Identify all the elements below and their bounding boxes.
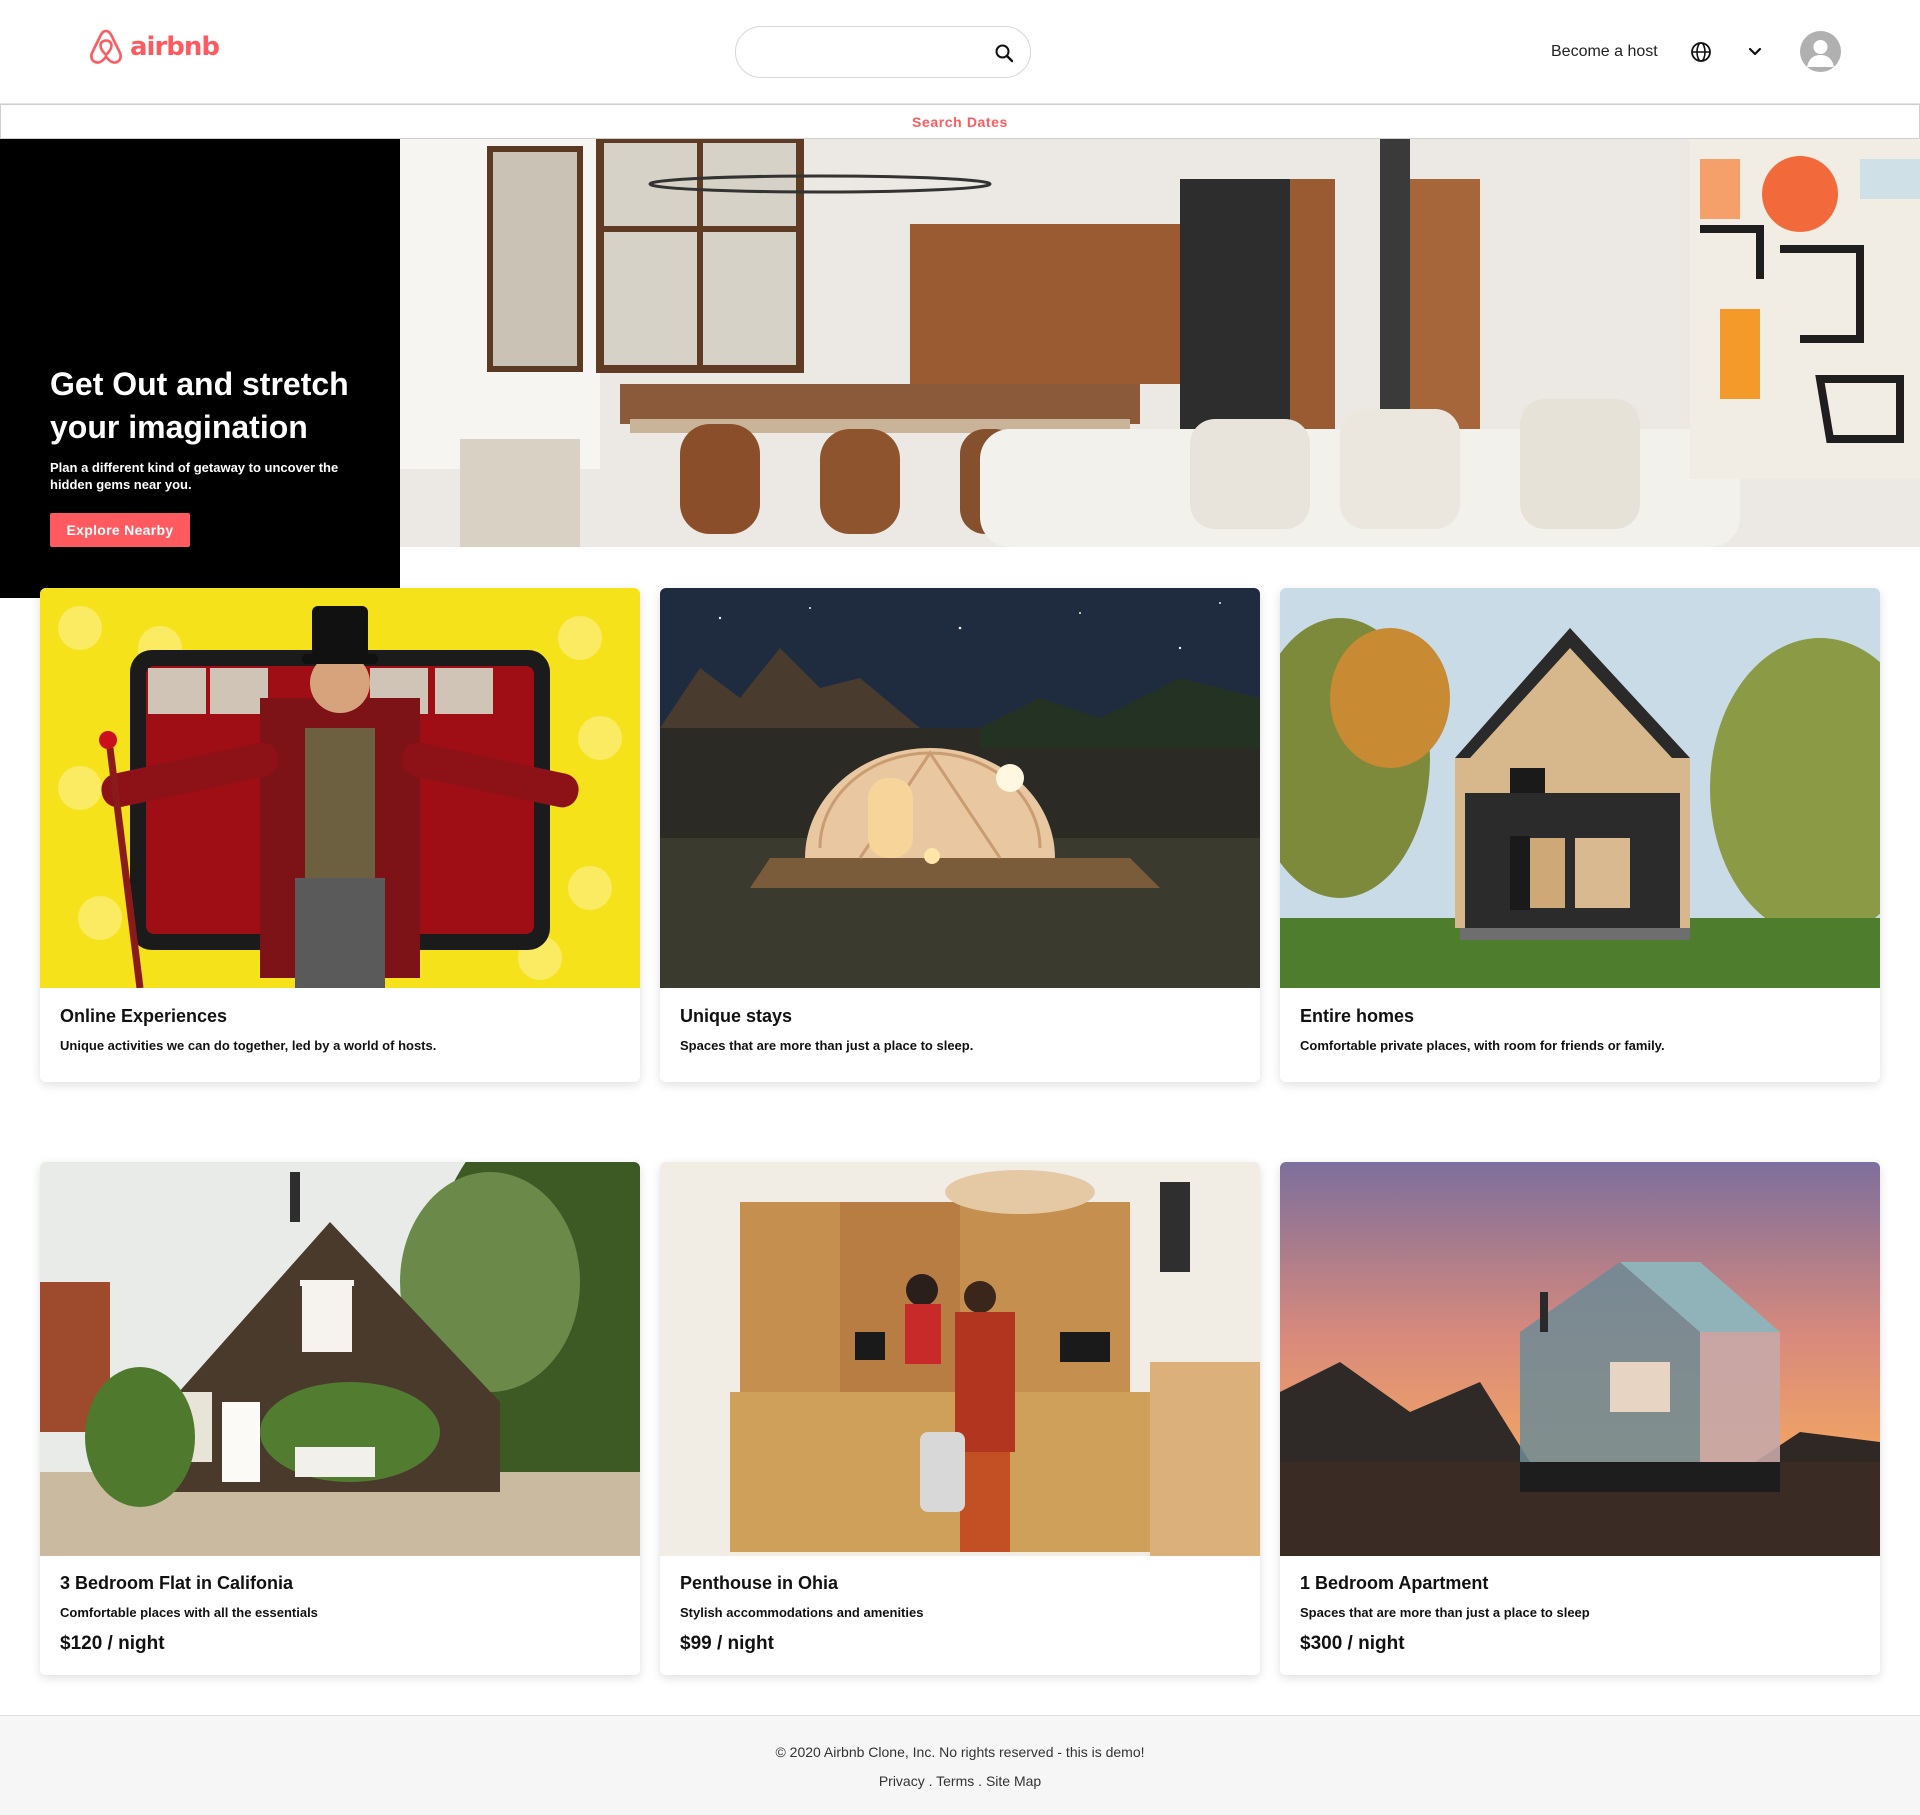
explore-nearby-button[interactable]: Explore Nearby (50, 513, 190, 547)
listing-card[interactable]: Penthouse in Ohia Stylish accommodations… (660, 1162, 1260, 1675)
card-price: $300 / night (1300, 1633, 1405, 1654)
footer: © 2020 Airbnb Clone, Inc. No rights rese… (0, 1715, 1920, 1815)
card-image (1280, 1162, 1880, 1556)
card-title: Penthouse in Ohia (680, 1573, 839, 1593)
footer-copyright: © 2020 Airbnb Clone, Inc. No rights rese… (775, 1744, 1145, 1760)
footer-link-terms[interactable]: Terms (936, 1773, 974, 1789)
card-image (40, 1162, 640, 1556)
hero-title: Get Out and stretch your imagination (50, 366, 349, 445)
card-title: 1 Bedroom Apartment (1300, 1573, 1489, 1593)
card-title: 3 Bedroom Flat in Califonia (60, 1573, 294, 1593)
search-box[interactable] (735, 26, 1031, 78)
globe-icon[interactable] (1689, 40, 1713, 64)
card-image (660, 1162, 1260, 1556)
listing-card[interactable]: 1 Bedroom Apartment Spaces that are more… (1280, 1162, 1880, 1675)
card-description: Comfortable places with all the essentia… (60, 1605, 318, 1620)
card-image (660, 588, 1260, 988)
card-price: $120 / night (60, 1633, 165, 1654)
card-image (40, 588, 640, 988)
card-image (1280, 588, 1880, 988)
footer-link-site-map[interactable]: Site Map (986, 1773, 1041, 1789)
card-description: Unique activities we can do together, le… (60, 1038, 437, 1053)
card-title: Online Experiences (60, 1006, 228, 1026)
search-icon (995, 44, 1014, 63)
listing-card[interactable]: 3 Bedroom Flat in Califonia Comfortable … (40, 1162, 640, 1675)
chevron-down-icon[interactable] (1745, 42, 1765, 62)
search-input[interactable] (756, 39, 976, 67)
hero-panel: Get Out and stretch your imagination Pla… (0, 139, 400, 598)
card-price: $99 / night (680, 1633, 774, 1654)
user-avatar-icon[interactable] (1800, 31, 1841, 72)
card-description: Spaces that are more than just a place t… (1300, 1605, 1590, 1620)
footer-links: Privacy . Terms . Site Map (878, 1773, 1042, 1789)
card-description: Comfortable private places, with room fo… (1300, 1038, 1665, 1053)
hero-subtitle: Plan a different kind of getaway to unco… (50, 460, 339, 492)
category-card-entire-homes[interactable]: Entire homes Comfortable private places,… (1280, 588, 1880, 1082)
category-card-online-experiences[interactable]: Online Experiences Unique activities we … (40, 588, 640, 1082)
brand-name: airbnb (130, 32, 220, 62)
become-host-link[interactable]: Become a host (1551, 43, 1658, 61)
airbnb-logo[interactable]: airbnb (88, 27, 220, 67)
airbnb-belo-icon (90, 29, 122, 64)
top-header: airbnb Become a host (0, 0, 1920, 104)
card-title: Unique stays (680, 1006, 793, 1026)
search-dates-button[interactable]: Search Dates (0, 104, 1920, 139)
search-button[interactable] (990, 39, 1018, 67)
category-card-unique-stays[interactable]: Unique stays Spaces that are more than j… (660, 588, 1260, 1082)
card-description: Stylish accommodations and amenities (680, 1605, 924, 1620)
hero-image (400, 139, 1920, 547)
card-description: Spaces that are more than just a place t… (680, 1038, 974, 1053)
card-title: Entire homes (1300, 1006, 1415, 1026)
footer-link-privacy[interactable]: Privacy (879, 1773, 925, 1789)
